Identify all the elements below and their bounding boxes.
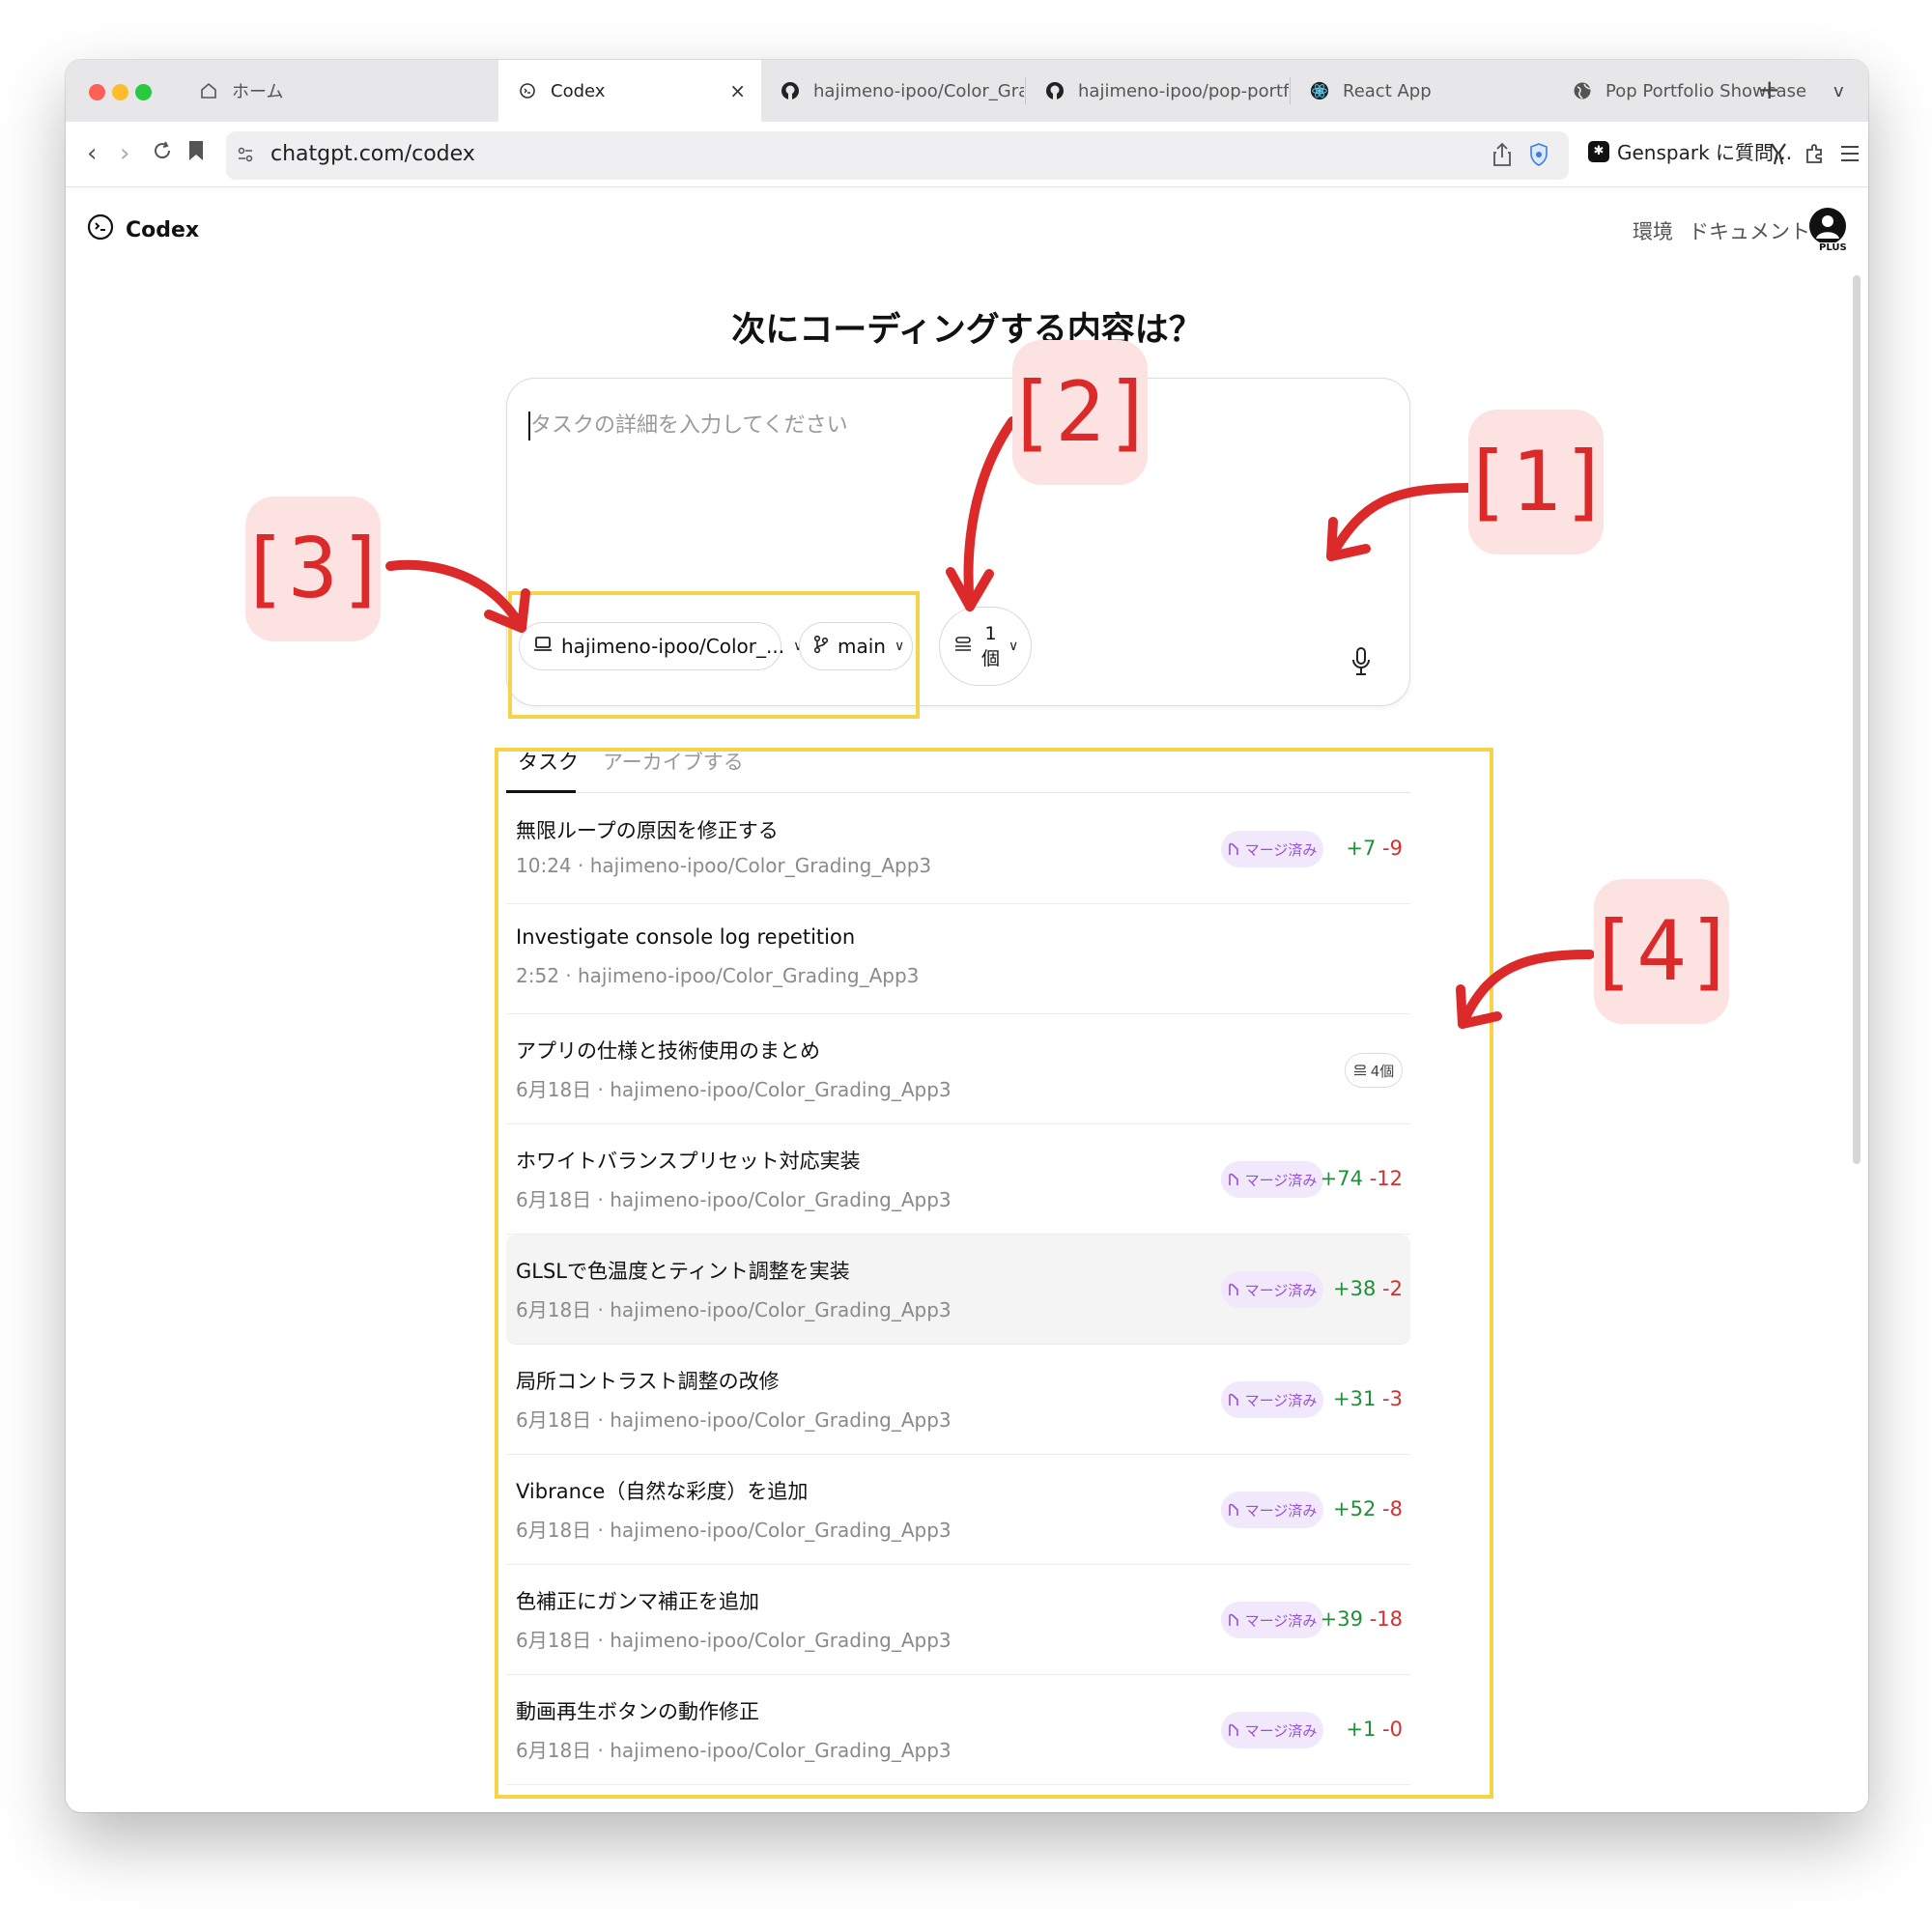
- new-tab-button[interactable]: +: [1758, 73, 1780, 105]
- environments-link[interactable]: 環境: [1633, 216, 1673, 245]
- react-icon: [1310, 81, 1329, 100]
- plan-badge: PLUS: [1816, 242, 1850, 253]
- chevron-down-icon: ∨: [1009, 639, 1019, 654]
- url-text: chatgpt.com/codex: [270, 142, 475, 166]
- reload-icon[interactable]: [151, 139, 174, 169]
- versions-stack-icon: [953, 635, 973, 658]
- page-title: 次にコーディングする内容は？: [731, 311, 1203, 350]
- user-avatar[interactable]: [1809, 208, 1846, 244]
- microphone-icon[interactable]: [1348, 645, 1375, 678]
- genspark-extension-button[interactable]: ✱ Genspark に質問...: [1588, 137, 1792, 165]
- close-window-button[interactable]: [89, 84, 105, 100]
- extension-tool-icon[interactable]: [1764, 139, 1793, 168]
- version-count-select[interactable]: 1 個 ∨: [939, 607, 1032, 686]
- callout-4: [4]: [1586, 879, 1737, 1024]
- zoom-window-button[interactable]: [135, 84, 152, 100]
- minimize-window-button[interactable]: [112, 84, 128, 100]
- forward-arrow-icon[interactable]: ›: [120, 139, 129, 168]
- globe-icon: [1573, 81, 1592, 100]
- tab-github-pop-portfolio[interactable]: hajimeno-ipoo/pop-portfolio-sh: [1026, 60, 1289, 122]
- back-arrow-icon[interactable]: ‹: [87, 139, 97, 168]
- page-scrollbar[interactable]: [1853, 275, 1861, 1164]
- callout-1: [1]: [1461, 410, 1611, 554]
- codex-icon: [518, 81, 537, 100]
- tab-label: ホーム: [232, 82, 284, 102]
- version-count-number: 1: [984, 623, 997, 644]
- tab-label: Codex: [551, 80, 606, 101]
- tab-github-color-grading[interactable]: hajimeno-ipoo/Color_Grading_: [761, 60, 1024, 122]
- menu-icon[interactable]: [1835, 139, 1864, 168]
- docs-link[interactable]: ドキュメント: [1689, 216, 1810, 245]
- privacy-shield-icon[interactable]: [1528, 141, 1549, 172]
- tab-react-app[interactable]: React App: [1291, 60, 1553, 122]
- share-icon[interactable]: [1492, 141, 1513, 172]
- codex-logo-icon: [87, 213, 114, 246]
- version-count-label: 1 個: [981, 621, 1000, 671]
- address-bar[interactable]: chatgpt.com/codex: [226, 131, 1569, 180]
- close-tab-icon[interactable]: ×: [729, 79, 746, 102]
- user-icon: [1816, 215, 1839, 239]
- tab-overview-chevron-icon[interactable]: v: [1833, 81, 1844, 101]
- site-settings-icon[interactable]: [236, 145, 255, 169]
- tab-label: hajimeno-ipoo/pop-portfolio-sh: [1078, 80, 1289, 101]
- repo-branch-highlight: [508, 591, 920, 719]
- extensions-puzzle-icon[interactable]: [1801, 139, 1830, 168]
- github-icon: [1045, 81, 1065, 100]
- github-icon: [781, 81, 800, 100]
- tab-codex[interactable]: Codex ×: [498, 60, 761, 122]
- tab-bar: ホーム Codex × hajimeno-ipoo/Color_Grading_…: [66, 60, 1868, 122]
- tab-label: hajimeno-ipoo/Color_Grading_: [813, 80, 1024, 101]
- task-list-highlight: [495, 748, 1493, 1799]
- bookmark-icon[interactable]: [187, 139, 205, 169]
- genspark-logo-icon: ✱: [1588, 140, 1609, 162]
- callout-2: [2]: [1005, 340, 1155, 485]
- task-input[interactable]: [530, 408, 1380, 562]
- tab-home[interactable]: ホーム: [180, 60, 498, 122]
- brand-name: Codex: [126, 217, 200, 242]
- tab-label: React App: [1343, 80, 1432, 101]
- browser-toolbar: ‹ › chatgpt.com/codex ✱ Genspark に質問...: [66, 122, 1868, 187]
- callout-3: [3]: [238, 497, 388, 641]
- home-icon: [199, 81, 218, 100]
- version-count-unit: 個: [981, 648, 1001, 669]
- codex-brand[interactable]: Codex: [87, 213, 199, 246]
